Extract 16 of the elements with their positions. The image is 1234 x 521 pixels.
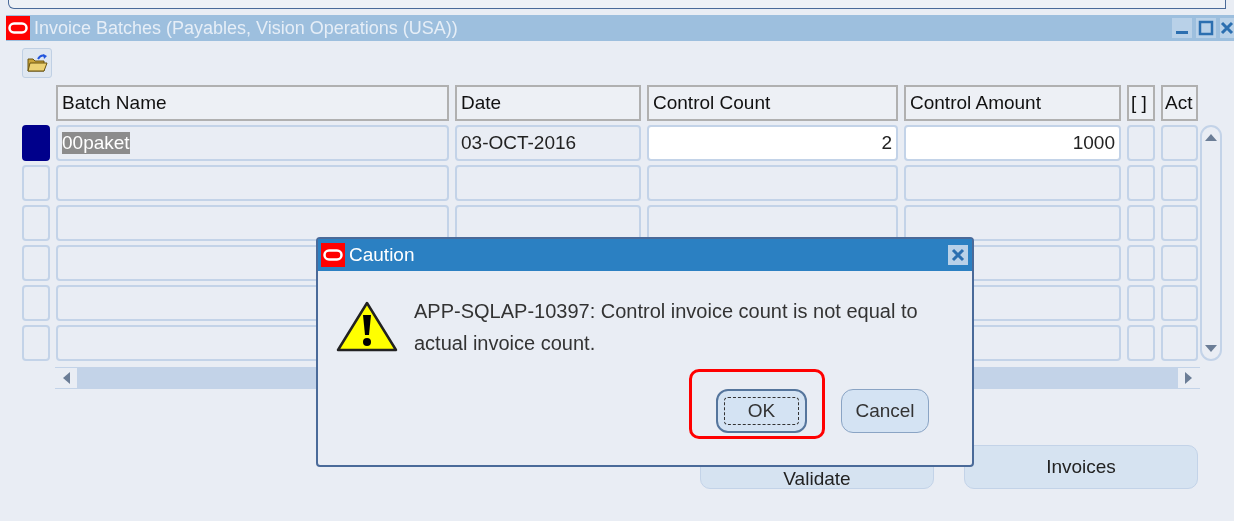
column-header[interactable]: [ ] (1127, 85, 1155, 121)
column-header[interactable]: Act (1161, 85, 1198, 121)
dialog-button[interactable]: OK (716, 389, 807, 433)
form-button[interactable]: Invoices (964, 445, 1198, 489)
selected-text: 00paket (62, 132, 130, 154)
table-cell[interactable]: 2 (647, 125, 898, 161)
table-cell[interactable]: 03-OCT-2016 (455, 125, 641, 161)
dialog-title: Caution (349, 244, 416, 266)
dialog-button[interactable]: Cancel (841, 389, 929, 433)
table-cell[interactable]: 1000 (904, 125, 1121, 161)
dialog-message: APP-SQLAP-10397: Control invoice count is not equal to actual invoice count. (414, 299, 919, 356)
column-header[interactable]: Control Amount (904, 85, 1121, 121)
column-header[interactable]: Date (455, 85, 641, 121)
column-header[interactable]: Batch Name (56, 85, 449, 121)
column-header[interactable]: Control Count (647, 85, 898, 121)
window-title: Invoice Batches (Payables, Vision Operations (USA)) (34, 17, 459, 39)
